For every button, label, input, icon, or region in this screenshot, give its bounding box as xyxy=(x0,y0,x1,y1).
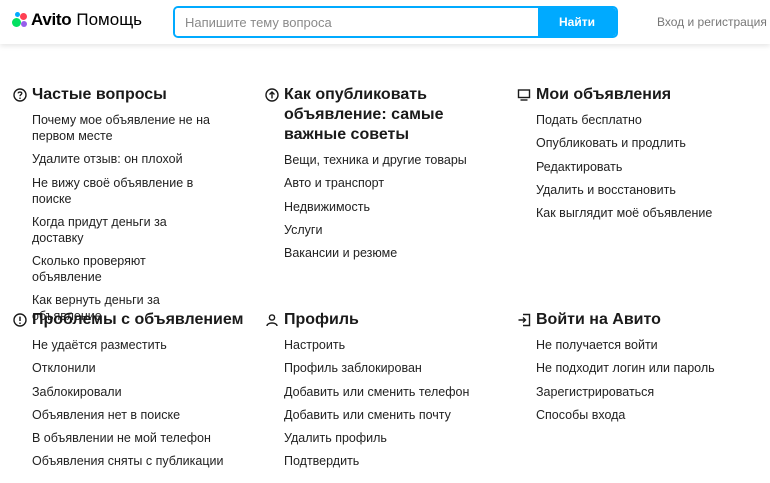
help-link[interactable]: Объявления нет в поиске xyxy=(32,407,253,423)
section-list: Почему мое объявление не на первом месте… xyxy=(13,112,218,324)
logo-subtitle: Помощь xyxy=(76,10,143,29)
help-link[interactable]: Подать бесплатно xyxy=(536,112,757,128)
question-circle-icon xyxy=(13,88,27,102)
monitor-icon xyxy=(517,89,531,101)
top-header: Avito Помощь Найти Вход и регистрация xyxy=(0,0,770,44)
help-link[interactable]: Удалить профиль xyxy=(284,430,505,446)
section-list: Настроить Профиль заблокирован Добавить … xyxy=(265,337,505,469)
section-title-text: Войти на Авито xyxy=(536,311,661,328)
help-link[interactable]: Сколько проверяют объявление xyxy=(32,253,218,285)
section-title: Войти на Авито xyxy=(517,310,757,330)
help-link[interactable]: Недвижимость xyxy=(284,199,470,215)
help-link[interactable]: Заблокировали xyxy=(32,384,253,400)
section-title: Мои объявления xyxy=(517,85,757,105)
search-input[interactable] xyxy=(175,8,538,36)
help-link[interactable]: В объявлении не мой телефон xyxy=(32,430,253,446)
help-link[interactable]: Авто и транспорт xyxy=(284,175,470,191)
help-link[interactable]: Не получается войти xyxy=(536,337,757,353)
logo-brand: Avito xyxy=(31,10,72,29)
help-link[interactable]: Вакансии и резюме xyxy=(284,245,470,261)
help-link[interactable]: Редактировать xyxy=(536,159,757,175)
help-link[interactable]: Отклонили xyxy=(32,360,253,376)
help-link[interactable]: Объявления сняты с публикации xyxy=(32,453,253,469)
help-link[interactable]: Услуги xyxy=(284,222,470,238)
section-login: Войти на Авито Не получается войти Не по… xyxy=(517,310,757,430)
section-faq: Частые вопросы Почему мое объявление не … xyxy=(13,85,253,332)
help-link[interactable]: Настроить xyxy=(284,337,505,353)
help-link[interactable]: Вещи, техника и другие товары xyxy=(284,152,470,168)
help-link[interactable]: Опубликовать и продлить xyxy=(536,135,757,151)
section-title: Проблемы с объявлением xyxy=(13,310,253,330)
avito-logo[interactable]: Avito Помощь xyxy=(12,9,142,31)
help-link[interactable]: Удалите отзыв: он плохой xyxy=(32,151,218,167)
help-link[interactable]: Когда придут деньги за доставку xyxy=(32,214,218,246)
search-button[interactable]: Найти xyxy=(538,8,616,36)
section-title-text: Как опубликовать объявление: самые важны… xyxy=(284,86,444,143)
help-link[interactable]: Почему мое объявление не на первом месте xyxy=(32,112,218,144)
section-title-text: Проблемы с объявлением xyxy=(32,311,244,328)
help-link[interactable]: Добавить или сменить телефон xyxy=(284,384,505,400)
help-link[interactable]: Зарегистрироваться xyxy=(536,384,757,400)
help-link[interactable]: Подтвердить xyxy=(284,453,505,469)
section-title-text: Частые вопросы xyxy=(32,86,167,103)
section-list: Не удаётся разместить Отклонили Заблокир… xyxy=(13,337,253,469)
help-link[interactable]: Не подходит логин или пароль xyxy=(536,360,757,376)
help-link[interactable]: Удалить и восстановить xyxy=(536,182,757,198)
section-my-ads: Мои объявления Подать бесплатно Опублико… xyxy=(517,85,757,228)
section-title: Профиль xyxy=(265,310,505,330)
section-title-text: Профиль xyxy=(284,311,359,328)
section-title: Частые вопросы xyxy=(13,85,253,105)
help-link[interactable]: Как выглядит моё объявление xyxy=(536,205,757,221)
user-icon xyxy=(266,314,278,327)
section-ad-problems: Проблемы с объявлением Не удаётся размес… xyxy=(13,310,253,477)
section-list: Не получается войти Не подходит логин ил… xyxy=(517,337,757,423)
exclamation-circle-icon xyxy=(13,313,27,327)
help-link[interactable]: Не вижу своё объявление в поиске xyxy=(32,175,218,207)
section-how-to-publish: Как опубликовать объявление: самые важны… xyxy=(265,85,470,268)
login-link[interactable]: Вход и регистрация xyxy=(657,15,767,29)
help-link[interactable]: Добавить или сменить почту xyxy=(284,407,505,423)
upload-circle-icon xyxy=(265,88,279,102)
section-list: Вещи, техника и другие товары Авто и тра… xyxy=(265,152,470,261)
help-link[interactable]: Способы входа xyxy=(536,407,757,423)
section-title: Как опубликовать объявление: самые важны… xyxy=(265,85,470,145)
section-title-text: Мои объявления xyxy=(536,86,672,103)
login-icon xyxy=(518,313,531,327)
section-profile: Профиль Настроить Профиль заблокирован Д… xyxy=(265,310,505,477)
section-list: Подать бесплатно Опубликовать и продлить… xyxy=(517,112,757,221)
search-bar: Найти xyxy=(173,6,618,38)
help-link[interactable]: Профиль заблокирован xyxy=(284,360,505,376)
help-link[interactable]: Не удаётся разместить xyxy=(32,337,253,353)
logo-dots-icon xyxy=(12,12,28,28)
